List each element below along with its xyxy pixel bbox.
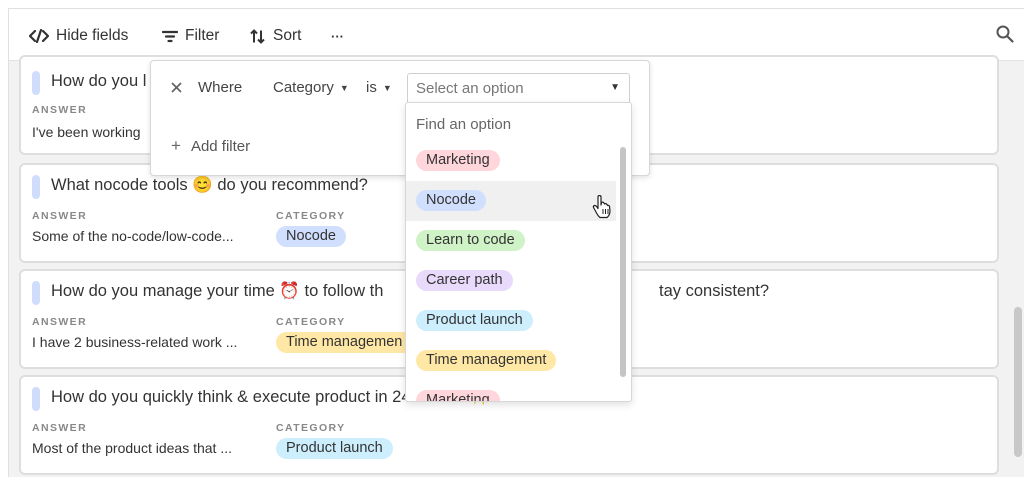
dropdown-scrollbar[interactable]	[620, 147, 626, 377]
option-label: Marketing	[416, 390, 500, 401]
card-answer: Most of the product ideas that ...	[32, 440, 232, 456]
card-answer: Some of the no-code/low-code...	[32, 228, 234, 244]
hide-fields-label: Hide fields	[56, 27, 129, 44]
operator-select[interactable]: is ▼	[366, 79, 392, 96]
search-button[interactable]	[996, 25, 1016, 45]
answer-label: ANSWER	[32, 210, 88, 222]
card-answer: I've been working	[32, 124, 141, 140]
search-icon	[996, 25, 1014, 47]
option-marketing-partial[interactable]: Marketing	[406, 381, 616, 401]
option-time-management[interactable]: Time management	[406, 341, 616, 381]
card-question: How do you l	[51, 72, 147, 90]
list-scrollbar[interactable]	[1014, 307, 1022, 457]
category-label: CATEGORY	[276, 422, 346, 434]
caret-down-icon: ▼	[610, 82, 620, 93]
more-options-label: ···	[331, 28, 344, 44]
card-question: How do you manage your time ⏰ to follow …	[51, 282, 384, 300]
sort-label: Sort	[273, 27, 302, 44]
sort-button[interactable]: Sort	[250, 25, 301, 47]
app-frame: Hide fields Filter Sort ··· How do you l…	[8, 8, 1024, 477]
option-nocode[interactable]: Nocode	[406, 181, 616, 221]
category-label: CATEGORY	[276, 316, 346, 328]
hide-fields-icon	[29, 29, 49, 43]
filter-label: Filter	[185, 27, 220, 44]
hide-fields-button[interactable]: Hide fields	[29, 25, 128, 47]
card-color-bar	[32, 175, 40, 199]
operator-select-label: is	[366, 79, 377, 96]
category-pill: Nocode	[276, 226, 346, 247]
remove-filter-button[interactable]	[171, 80, 182, 98]
value-select[interactable]: Select an option ▼	[407, 73, 630, 104]
option-search-input[interactable]: Find an option	[416, 116, 511, 133]
plus-icon: +	[171, 136, 181, 155]
option-career-path[interactable]: Career path	[406, 261, 616, 301]
card-question: What nocode tools 😊 do you recommend?	[51, 176, 368, 194]
close-icon	[171, 80, 182, 98]
option-label: Nocode	[416, 190, 486, 211]
add-filter-button[interactable]: + Add filter	[171, 136, 250, 156]
card-color-bar	[32, 387, 40, 411]
option-learn-to-code[interactable]: Learn to code	[406, 221, 616, 261]
option-label: Career path	[416, 270, 513, 291]
card-answer: I have 2 business-related work ...	[32, 334, 238, 350]
category-pill: Time managemen	[276, 332, 413, 353]
category-pill: Product launch	[276, 438, 393, 459]
option-product-launch[interactable]: Product launch	[406, 301, 616, 341]
filter-icon	[162, 30, 178, 43]
where-label: Where	[198, 79, 243, 96]
answer-label: ANSWER	[32, 316, 88, 328]
caret-down-icon: ▼	[382, 82, 392, 93]
answer-label: ANSWER	[32, 422, 88, 434]
answer-label: ANSWER	[32, 104, 88, 116]
caret-down-icon: ▼	[339, 82, 349, 93]
option-dropdown: Find an option Marketing Nocode Learn to…	[405, 102, 632, 402]
field-select-label: Category	[273, 79, 334, 96]
add-filter-label: Add filter	[190, 137, 251, 155]
value-select-placeholder: Select an option	[416, 80, 524, 97]
toolbar: Hide fields Filter Sort ···	[9, 9, 1024, 61]
card-color-bar	[32, 71, 40, 95]
category-label: CATEGORY	[276, 210, 346, 222]
filter-button[interactable]: Filter	[162, 25, 219, 47]
more-options-button[interactable]: ···	[331, 25, 344, 47]
option-label: Product launch	[416, 310, 533, 331]
hand-cursor-icon	[592, 194, 612, 224]
option-label: Learn to code	[416, 230, 525, 251]
option-label: Time management	[416, 350, 557, 371]
sort-icon	[250, 28, 266, 44]
option-label: Marketing	[416, 150, 500, 171]
card-question-tail: tay consistent?	[659, 282, 770, 300]
field-select[interactable]: Category ▼	[273, 79, 349, 96]
card-color-bar	[32, 281, 40, 305]
option-marketing[interactable]: Marketing	[406, 141, 616, 181]
